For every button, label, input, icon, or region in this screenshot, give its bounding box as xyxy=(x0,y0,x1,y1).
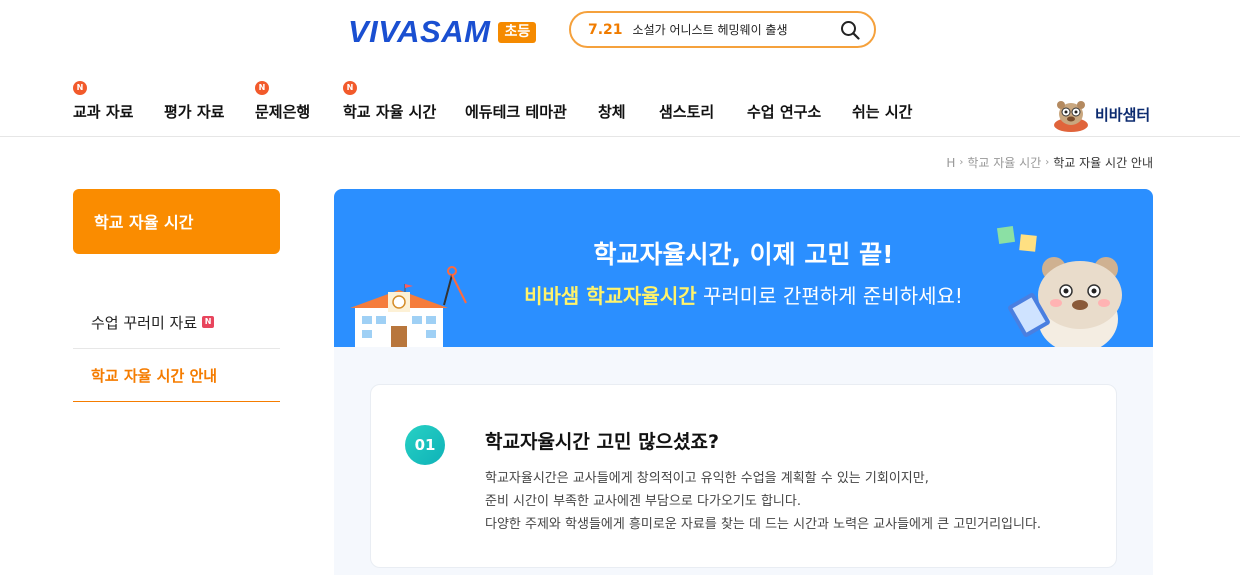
main-navigation: N 교과 자료 평가 자료 N 문제은행 N 학교 자율 시간 에듀테크 테마관… xyxy=(73,81,933,125)
vivasam-logo[interactable]: VIVASAM 초등 xyxy=(348,14,537,49)
chevron-right-icon: › xyxy=(959,157,964,168)
new-badge: N xyxy=(255,81,269,95)
search-keyword[interactable]: 소설가 어니스트 헤밍웨이 출생 xyxy=(633,21,788,38)
banner-subtitle-highlight: 비바샘 학교자율시간 xyxy=(524,284,697,308)
step-title: 학교자율시간 고민 많으셨죠? xyxy=(485,431,720,453)
sidebar-item-class-package[interactable]: 수업 꾸러미 자료 N xyxy=(73,296,280,349)
step-description: 학교자율시간은 교사들에게 창의적이고 유익한 수업을 계획할 수 있는 기회이… xyxy=(485,467,1041,536)
nav-item-subject-materials[interactable]: 교과 자료 xyxy=(73,101,133,122)
logo-elementary-badge: 초등 xyxy=(498,21,537,43)
breadcrumb-home[interactable]: H xyxy=(946,156,955,170)
breadcrumb-current: 학교 자율 시간 안내 xyxy=(1053,156,1153,170)
sidebar-menu: 수업 꾸러미 자료 N 학교 자율 시간 안내 xyxy=(73,296,280,402)
new-badge: N xyxy=(202,316,215,328)
new-badge: N xyxy=(73,81,87,95)
step-line: 다양한 주제와 학생들에게 흥미로운 자료를 찾는 데 드는 시간과 노력은 교… xyxy=(485,517,1042,532)
vivasam-center-link[interactable]: 비바샘터 xyxy=(1051,94,1150,134)
nav-item-creative[interactable]: 창체 xyxy=(598,101,626,122)
nav-item-samstory[interactable]: 샘스토리 xyxy=(659,101,714,122)
sidebar-item-label: 수업 꾸러미 자료 xyxy=(91,313,198,332)
breadcrumb-section[interactable]: 학교 자율 시간 xyxy=(967,154,1041,171)
step-line: 준비 시간이 부족한 교사에겐 부담으로 다가오기도 합니다. xyxy=(485,494,801,509)
mascot-illustration xyxy=(1008,257,1122,347)
sidebar-item-guide[interactable]: 학교 자율 시간 안내 xyxy=(73,349,280,402)
search-date: 7.21 xyxy=(588,21,623,38)
nav-item-class-lab[interactable]: 수업 연구소 xyxy=(747,101,821,122)
banner-subtitle-rest: 꾸러미로 간편하게 준비하세요! xyxy=(696,284,963,308)
nav-item-edutech[interactable]: 에듀테크 테마관 xyxy=(465,101,567,122)
hero-banner: 학교자율시간, 이제 고민 끝! 비바샘 학교자율시간 꾸러미로 간편하게 준비… xyxy=(334,189,1153,347)
step-line: 학교자율시간은 교사들에게 창의적이고 유익한 수업을 계획할 수 있는 기회이… xyxy=(485,471,929,486)
vivasam-center-label: 비바샘터 xyxy=(1095,105,1151,124)
sidebar-title: 학교 자율 시간 xyxy=(73,189,280,254)
search-icon[interactable] xyxy=(840,20,860,40)
header-divider xyxy=(0,136,1240,137)
breadcrumb: H › 학교 자율 시간 › 학교 자율 시간 안내 xyxy=(946,154,1153,171)
nav-item-assessment[interactable]: 평가 자료 xyxy=(164,101,224,122)
chevron-right-icon: › xyxy=(1045,157,1050,168)
logo-wordmark: VIVASAM xyxy=(348,14,491,49)
mascot-icon xyxy=(1054,101,1088,132)
nav-item-question-bank[interactable]: 문제은행 xyxy=(255,101,310,122)
nav-item-school-autonomy[interactable]: 학교 자율 시간 xyxy=(343,101,436,122)
new-badge: N xyxy=(343,81,357,95)
sidebar-item-label: 학교 자율 시간 안내 xyxy=(91,366,218,385)
step-card: 01 학교자율시간 고민 많으셨죠? 학교자율시간은 교사들에게 창의적이고 유… xyxy=(370,384,1117,568)
nav-item-break-time[interactable]: 쉬는 시간 xyxy=(852,101,912,122)
search-bar[interactable]: 7.21 소설가 어니스트 헤밍웨이 출생 xyxy=(569,11,876,48)
step-number-badge: 01 xyxy=(405,425,445,465)
